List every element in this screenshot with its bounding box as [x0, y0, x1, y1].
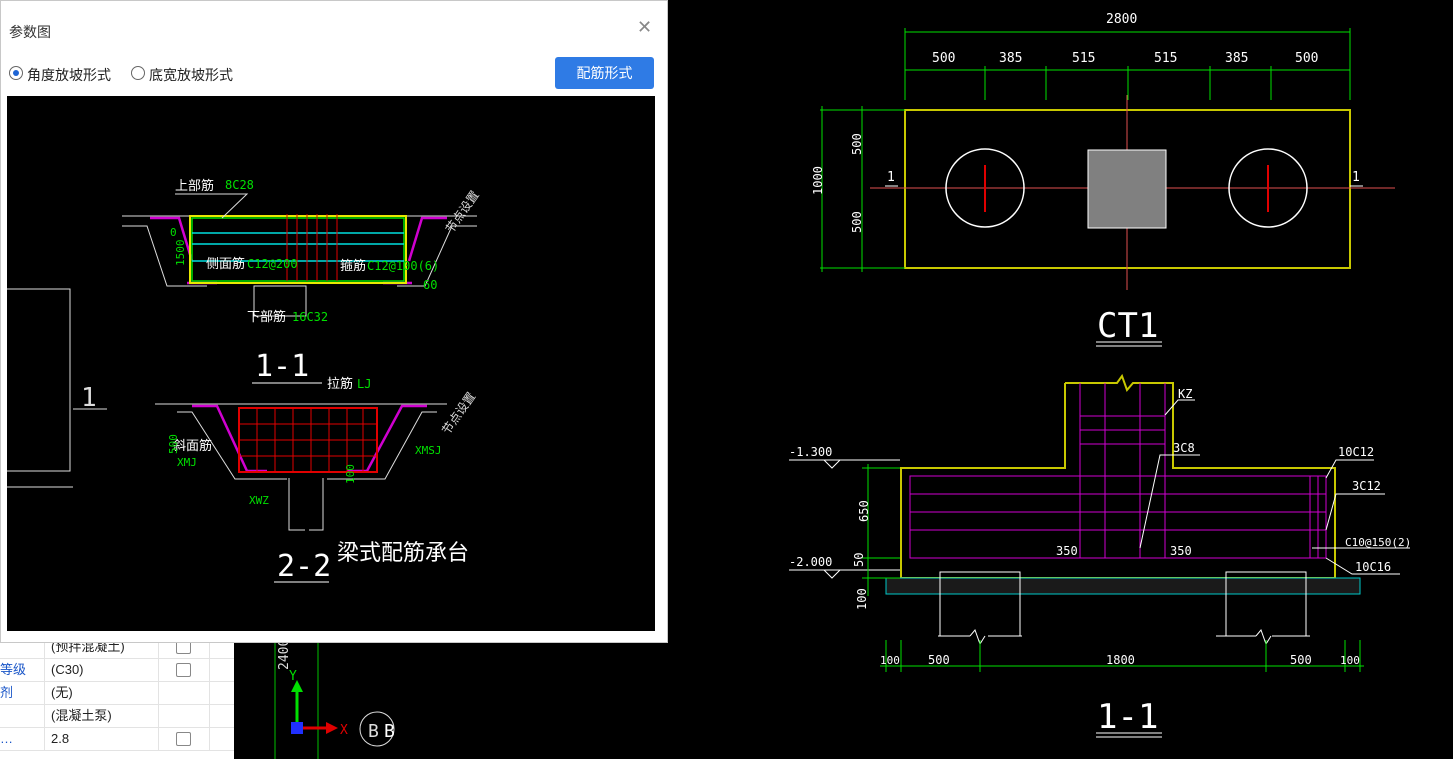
radio-bottom-label: 底宽放坡形式 — [149, 67, 233, 83]
plan-height-top: 500 — [850, 133, 864, 155]
prop-checkbox-cell[interactable] — [158, 728, 210, 750]
radio-angle-label: 角度放坡形式 — [27, 67, 111, 83]
dim-350-left: 350 — [1056, 544, 1078, 558]
plan-height-bottom: 500 — [850, 211, 864, 233]
prop-value[interactable]: 2.8 — [44, 728, 163, 750]
prop-key: … — [0, 731, 13, 746]
dim-350-right: 350 — [1170, 544, 1192, 558]
property-panel: (预拌混凝土) 等级 (C30) 剂 (无) (混凝土泵) … 2.8 — [0, 636, 234, 759]
plan-cut-right: 1 — [1352, 170, 1360, 185]
prop-value[interactable]: (无) — [44, 682, 163, 704]
prop-key: 剂 — [0, 685, 14, 700]
axis-dimension: 2400 — [277, 639, 292, 670]
bar-10c16-label: 10C16 — [1355, 560, 1391, 574]
diagram-caption: 梁式配筋承台 — [337, 541, 469, 566]
zero-label: 0 — [170, 226, 177, 239]
plan-dim-4: 515 — [1154, 51, 1177, 66]
parameter-diagram: 1 上部筋 8C28 0 侧面筋 C12@200 箍筋 C12@100(6) 6… — [7, 96, 655, 631]
prop-row[interactable]: … 2.8 — [0, 728, 234, 751]
stirrup-value-diagram: C12@100(6) — [367, 259, 439, 273]
plan-view: 2800 500 385 515 515 385 500 1000 500 50… — [811, 12, 1395, 347]
tie-bar-value: LJ — [357, 377, 371, 391]
dim-650: 650 — [857, 500, 871, 522]
bottom-dim-4: 500 — [1290, 653, 1312, 667]
prop-row[interactable]: 等级 (C30) — [0, 659, 234, 682]
tie-bar-label: 拉筋 — [327, 376, 353, 392]
grid-label-b: B — [368, 721, 379, 742]
radio-angle-slope[interactable]: 角度放坡形式 — [9, 65, 124, 83]
bottom-dim-5: 100 — [1340, 654, 1360, 667]
plan-cut-left: 1 — [887, 170, 895, 185]
side-bar-label: 侧面筋 — [206, 256, 245, 272]
xmsj-label: XMSJ — [415, 444, 442, 457]
axis-y-label: Y — [289, 669, 297, 684]
node-setting-label-1: 节点设置 — [443, 188, 482, 235]
dialog-title: 参数图 — [9, 24, 51, 40]
grid-label-b-2: B — [384, 721, 395, 742]
close-icon[interactable]: ✕ — [637, 17, 652, 38]
dim-100: 100 — [855, 588, 869, 610]
bar-3c8-label: 3C8 — [1173, 441, 1195, 455]
rebar-form-button[interactable]: 配筋形式 — [555, 57, 654, 89]
plan-dim-2: 385 — [999, 51, 1022, 66]
kz-label: KZ — [1178, 387, 1192, 401]
plan-dim-6: 500 — [1295, 51, 1318, 66]
prop-value[interactable]: (混凝土泵) — [44, 705, 163, 727]
node-setting-label-2: 节点设置 — [439, 390, 478, 437]
angle-value: 60 — [423, 278, 437, 292]
bottom-dim-2: 500 — [928, 653, 950, 667]
section-view: KZ 3C8 10C12 3C12 C10@150(2) 10C16 -1.30… — [789, 373, 1411, 738]
xwz-label: XWZ — [249, 494, 269, 507]
prop-row[interactable]: 剂 (无) — [0, 682, 234, 705]
bottom-bar-label: 下部筋 — [247, 309, 286, 325]
prop-key: 等级 — [0, 662, 27, 677]
xmj-label: XMJ — [177, 456, 197, 469]
top-bar-value: 8C28 — [225, 178, 254, 192]
bar-3c12-label: 3C12 — [1352, 479, 1381, 493]
prop-row[interactable]: (混凝土泵) — [0, 705, 234, 728]
bottom-dim-3: 1800 — [1106, 653, 1135, 667]
prop-checkbox-cell[interactable] — [158, 659, 210, 681]
side-bar-value: C12@200 — [247, 257, 298, 271]
axis-x-label: X — [340, 723, 348, 738]
bar-10c12-label: 10C12 — [1338, 445, 1374, 459]
dim-50: 50 — [852, 553, 866, 567]
plan-height-total: 1000 — [811, 166, 825, 195]
plan-dim-3: 515 — [1072, 51, 1095, 66]
stirrup-label-diagram: 箍筋 — [340, 258, 366, 274]
top-bar-label: 上部筋 — [175, 178, 214, 194]
left-section-label: 1 — [81, 383, 97, 413]
parameter-diagram-svg: 1 上部筋 8C28 0 侧面筋 C12@200 箍筋 C12@100(6) 6… — [7, 178, 482, 584]
section-2-2-label: 2-2 — [277, 549, 331, 584]
plan-total-width: 2800 — [1106, 12, 1137, 27]
prop-value[interactable]: (C30) — [44, 659, 163, 681]
plan-dim-1: 500 — [932, 51, 955, 66]
prop-checkbox[interactable] — [176, 663, 191, 677]
section-1-1-diagram: 上部筋 8C28 0 侧面筋 C12@200 箍筋 C12@100(6) 60 … — [122, 178, 482, 384]
radio-bottom-slope[interactable]: 底宽放坡形式 — [131, 65, 246, 83]
section-1-1-label: 1-1 — [255, 349, 309, 384]
plan-title: CT1 — [1097, 306, 1158, 346]
plan-dim-5: 385 — [1225, 51, 1248, 66]
prop-checkbox-cell[interactable] — [158, 705, 210, 727]
bottom-dim-1: 100 — [880, 654, 900, 667]
dim-500-label: 500 — [167, 434, 180, 454]
section-title: 1-1 — [1097, 697, 1158, 737]
elev-bottom: -2.000 — [789, 555, 832, 569]
prop-checkbox[interactable] — [176, 732, 191, 746]
dim-1500-label: 1500 — [174, 240, 187, 267]
radio-unchecked-icon[interactable] — [131, 66, 145, 80]
bottom-bar-value: 16C32 — [292, 310, 328, 324]
radio-checked-icon[interactable] — [9, 66, 23, 80]
prop-checkbox-cell[interactable] — [158, 682, 210, 704]
parameter-dialog: 参数图 ✕ 角度放坡形式 底宽放坡形式 配筋形式 1 上部筋 8C28 0 侧面… — [0, 0, 668, 643]
dim-100-label: 100 — [344, 464, 357, 484]
elev-top: -1.300 — [789, 445, 832, 459]
stirrup-label: C10@150(2) — [1345, 536, 1411, 549]
